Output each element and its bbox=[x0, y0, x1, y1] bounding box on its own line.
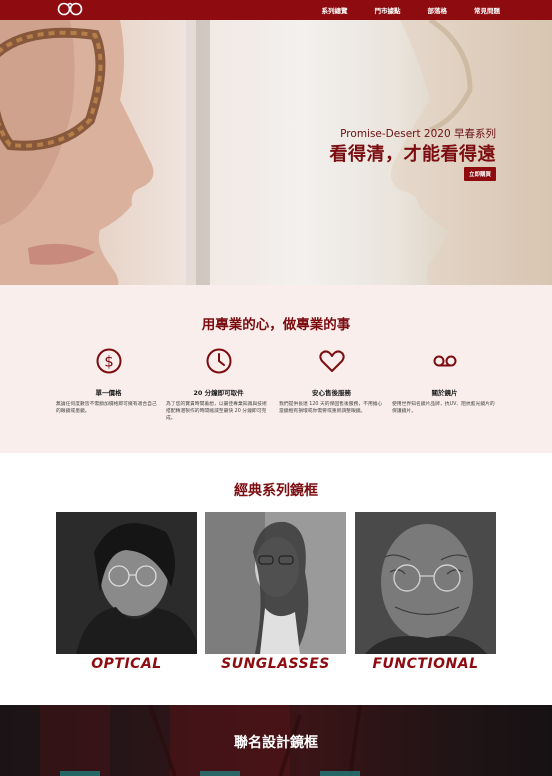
feature-description: 我們提供長達 120 天的保固售後服務，不用擔心當鏡框有損壞或你需要或重新調整眼… bbox=[279, 402, 383, 414]
feature-item: $ 單一價格 無論任何度數皆不需額加價格即可擁有適合自己的眼鏡或墨鏡。 bbox=[56, 347, 161, 416]
optical-card-image[interactable] bbox=[56, 512, 197, 654]
feature-title: 關於鏡片 bbox=[431, 389, 458, 397]
feature-item: 安心售後服務 我們提供長達 120 天的保固售後服務，不用擔心當鏡框有損壞或你需… bbox=[279, 347, 384, 416]
svg-text:$: $ bbox=[104, 353, 114, 371]
feature-description: 無論任何度數皆不需額加價格即可擁有適合自己的眼鏡或墨鏡。 bbox=[56, 402, 157, 414]
glasses-logo-icon[interactable] bbox=[57, 1, 83, 17]
features-title: 用專業的心，做專業的事 bbox=[201, 317, 351, 333]
feature-title: 20 分鐘即可取件 bbox=[193, 389, 244, 397]
nav-link-faq[interactable]: 常見問題 bbox=[474, 5, 500, 15]
collab-banner: 聯名設計鏡框 bbox=[0, 705, 552, 776]
collection-title: 經典系列鏡框 bbox=[234, 483, 318, 499]
buy-now-button[interactable]: 立即購買 bbox=[464, 167, 496, 181]
hero-subtitle: Promise-Desert 2020 早春系列 bbox=[340, 128, 496, 140]
feature-title: 單一價格 bbox=[95, 389, 122, 397]
nav-link-blog[interactable]: 部落格 bbox=[428, 5, 448, 15]
feature-description: 使用世界知名鏡片品牌，抗UV、阻抗藍光鏡片的保護鏡片。 bbox=[392, 402, 495, 414]
functional-card-image[interactable] bbox=[355, 512, 496, 654]
cassette-icon bbox=[433, 355, 456, 367]
nav-link-collections[interactable]: 系列總覽 bbox=[322, 5, 348, 15]
top-nav: 系列總覽 門市據點 部落格 常見問題 bbox=[0, 0, 552, 20]
feature-title: 安心售後服務 bbox=[312, 389, 351, 397]
collab-title: 聯名設計鏡框 bbox=[234, 735, 318, 751]
hero-banner: Promise-Desert 2020 早春系列 看得清，才能看得遠 立即購買 bbox=[0, 20, 552, 285]
nav-links: 系列總覽 門市據點 部落格 常見問題 bbox=[295, 0, 501, 20]
nav-link-stores[interactable]: 門市據點 bbox=[375, 5, 401, 15]
functional-link[interactable]: FUNCTIONAL bbox=[355, 656, 496, 672]
clock-icon bbox=[206, 348, 231, 374]
hero-title: 看得清，才能看得遠 bbox=[329, 144, 496, 165]
heart-icon bbox=[318, 350, 345, 372]
optical-link[interactable]: OPTICAL bbox=[56, 656, 197, 672]
sunglasses-card-image[interactable] bbox=[205, 512, 346, 654]
features-section: 用專業的心，做專業的事 $ 單一價格 無論任何度數皆不需額加價格即可擁有適合自己… bbox=[0, 285, 552, 453]
feature-item: 20 分鐘即可取件 為了您的寶貴時間着想，以最佳專業知識與技術搭配精湛製作的時間… bbox=[166, 347, 271, 423]
dollar-icon: $ bbox=[96, 348, 121, 374]
sunglasses-link[interactable]: SUNGLASSES bbox=[205, 656, 346, 672]
feature-description: 為了您的寶貴時間着想，以最佳專業知識與技術搭配精湛製作的時間縮減至最快 20 分… bbox=[166, 402, 267, 421]
feature-item: 關於鏡片 使用世界知名鏡片品牌，抗UV、阻抗藍光鏡片的保護鏡片。 bbox=[392, 347, 497, 416]
